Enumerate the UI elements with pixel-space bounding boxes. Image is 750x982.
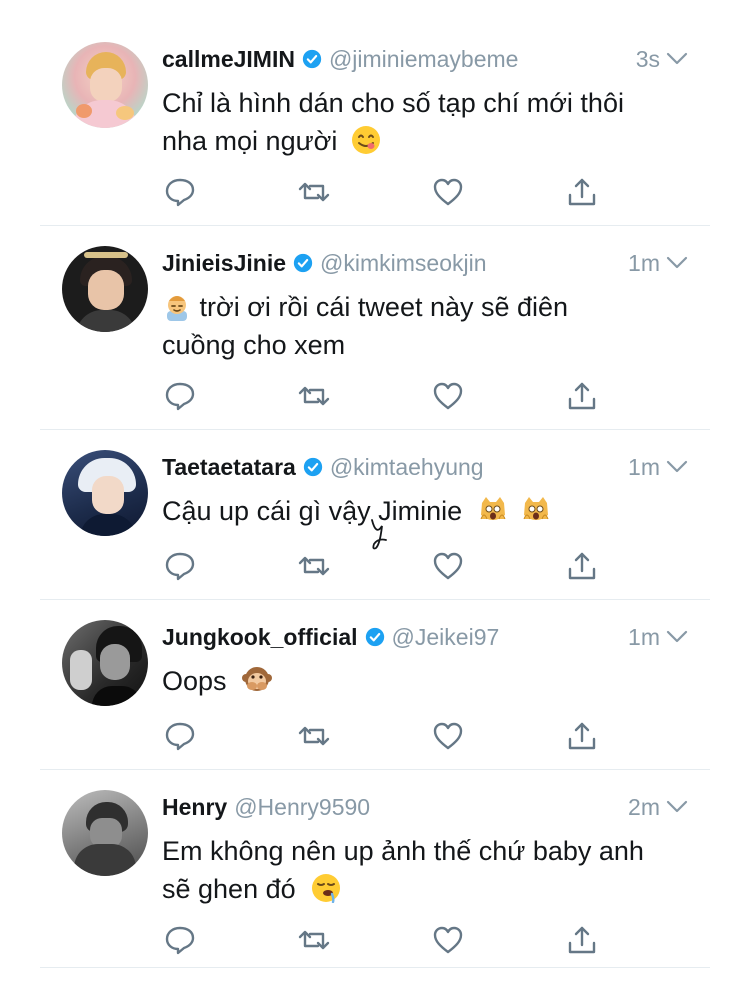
chevron-down-icon[interactable]	[666, 630, 688, 644]
display-name[interactable]: Jungkook_official	[162, 624, 358, 651]
verified-badge-icon	[303, 457, 323, 477]
tweet-actions	[162, 381, 630, 411]
retweet-icon[interactable]	[298, 551, 330, 581]
tweet-text-line: sẽ ghen đó	[162, 870, 690, 908]
tweet-item[interactable]: Taetaetatara @kimtaehyung 1m Cậu up cái …	[0, 430, 750, 600]
tweet-item[interactable]: JinieisJinie @kimkimseokjin 1m trời ơi r…	[0, 226, 750, 430]
tweet-header: Taetaetatara @kimtaehyung	[162, 450, 686, 484]
avatar[interactable]	[62, 790, 148, 876]
retweet-icon[interactable]	[298, 925, 330, 955]
heart-icon[interactable]	[432, 551, 464, 581]
display-name[interactable]: callmeJIMIN	[162, 46, 295, 73]
speak-no-evil-monkey-emoji	[242, 667, 273, 691]
retweet-icon[interactable]	[298, 177, 330, 207]
user-handle[interactable]: @kimkimseokjin	[320, 250, 486, 277]
chevron-down-icon[interactable]	[666, 52, 688, 66]
reply-icon[interactable]	[164, 177, 196, 207]
user-handle[interactable]: @Jeikei97	[392, 624, 500, 651]
weary-cat-emoji	[523, 497, 549, 520]
time-label: 2m	[628, 793, 660, 820]
tweet-actions	[162, 177, 630, 207]
tweet-item[interactable]: callmeJIMIN @jiminiemaybeme 3s Chỉ là hì…	[0, 22, 750, 226]
tweet-text-line: nha mọi người	[162, 122, 690, 160]
tweet-item[interactable]: Jungkook_official @Jeikei97 1m Oops	[0, 600, 750, 770]
share-icon[interactable]	[566, 381, 598, 411]
time-label: 1m	[628, 623, 660, 650]
retweet-icon[interactable]	[298, 381, 330, 411]
face-massage-emoji	[167, 296, 187, 321]
tweet-text-line: Oops	[162, 662, 690, 700]
tweet-actions	[162, 551, 630, 581]
time-label: 1m	[628, 249, 660, 276]
retweet-icon[interactable]	[298, 721, 330, 751]
user-handle[interactable]: @kimtaehyung	[330, 454, 484, 481]
tweet-actions	[162, 925, 630, 955]
tweet-header: JinieisJinie @kimkimseokjin	[162, 246, 686, 280]
tweet-timestamp[interactable]: 1m	[628, 450, 688, 484]
heart-icon[interactable]	[432, 381, 464, 411]
verified-badge-icon	[302, 49, 322, 69]
tweet-header: Henry @Henry9590	[162, 790, 686, 824]
display-name[interactable]: Taetaetatara	[162, 454, 296, 481]
avatar[interactable]	[62, 450, 148, 536]
user-handle[interactable]: @jiminiemaybeme	[329, 46, 519, 73]
user-handle[interactable]: @Henry9590	[234, 794, 370, 821]
tweet-text-line: Cậu up cái gì vậy Jiminie	[162, 492, 690, 530]
reply-icon[interactable]	[164, 925, 196, 955]
display-name[interactable]: Henry	[162, 794, 227, 821]
yum-face-emoji	[351, 126, 380, 154]
time-label: 1m	[628, 453, 660, 480]
tweet-timestamp[interactable]: 1m	[628, 246, 688, 280]
tweet-feed: callmeJIMIN @jiminiemaybeme 3s Chỉ là hì…	[0, 0, 750, 982]
avatar[interactable]	[62, 246, 148, 332]
verified-badge-icon	[293, 253, 313, 273]
tweet-timestamp[interactable]: 3s	[636, 42, 688, 76]
heart-icon[interactable]	[432, 177, 464, 207]
share-icon[interactable]	[566, 721, 598, 751]
chevron-down-icon[interactable]	[666, 460, 688, 474]
tweet-text: Chỉ là hình dán cho số tạp chí mới thôi …	[162, 84, 690, 160]
handwritten-scribble	[371, 519, 387, 550]
drooling-face-emoji	[312, 874, 341, 903]
heart-icon[interactable]	[432, 721, 464, 751]
tweet-text: Cậu up cái gì vậy Jiminie	[162, 492, 690, 530]
reply-icon[interactable]	[164, 381, 196, 411]
reply-icon[interactable]	[164, 551, 196, 581]
heart-icon[interactable]	[432, 925, 464, 955]
verified-badge-icon	[365, 627, 385, 647]
tweet-text: Oops	[162, 662, 690, 700]
display-name[interactable]: JinieisJinie	[162, 250, 286, 277]
share-icon[interactable]	[566, 177, 598, 207]
tweet-header: callmeJIMIN @jiminiemaybeme	[162, 42, 686, 76]
time-label: 3s	[635, 45, 660, 72]
tweet-text: trời ơi rồi cái tweet này sẽ điên cuồng …	[162, 288, 690, 364]
avatar[interactable]	[62, 42, 148, 128]
tweet-text: Em không nên up ảnh thế chứ baby anh sẽ …	[162, 832, 690, 908]
share-icon[interactable]	[566, 551, 598, 581]
weary-cat-emoji	[480, 497, 506, 520]
share-icon[interactable]	[566, 925, 598, 955]
tweet-text-line: trời ơi rồi cái tweet này sẽ điên	[162, 288, 690, 326]
reply-icon[interactable]	[164, 721, 196, 751]
divider	[40, 967, 710, 968]
tweet-timestamp[interactable]: 2m	[628, 790, 688, 824]
chevron-down-icon[interactable]	[666, 800, 688, 814]
tweet-text-line: Chỉ là hình dán cho số tạp chí mới thôi	[162, 88, 624, 118]
tweet-item[interactable]: Henry @Henry9590 2m Em không nên up ảnh …	[0, 770, 750, 968]
chevron-down-icon[interactable]	[666, 256, 688, 270]
avatar[interactable]	[62, 620, 148, 706]
tweet-text-line: cuồng cho xem	[162, 330, 346, 360]
tweet-timestamp[interactable]: 1m	[628, 620, 688, 654]
tweet-text-line: Em không nên up ảnh thế chứ baby anh	[162, 836, 644, 866]
tweet-actions	[162, 721, 630, 751]
tweet-header: Jungkook_official @Jeikei97	[162, 620, 686, 654]
